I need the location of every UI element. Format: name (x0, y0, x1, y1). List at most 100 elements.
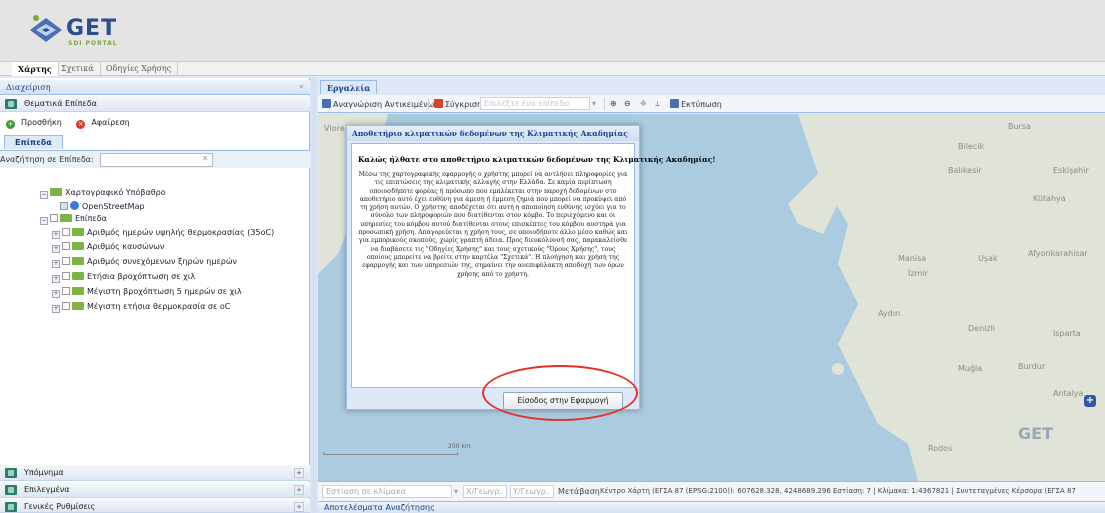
map-label: Bursa (1008, 122, 1031, 131)
identify-button[interactable]: Αναγνώριση Αντικειμένων (322, 99, 439, 109)
osm-label: OpenStreetMap (82, 202, 145, 211)
layers-folder-checkbox[interactable] (50, 214, 58, 222)
map-label: Antalya (1053, 389, 1084, 398)
add-button[interactable]: + Προσθήκη (6, 118, 68, 129)
expand-settings-icon[interactable]: + (294, 502, 304, 512)
selected-label: Επιλεγμένα (24, 485, 70, 494)
tab-map[interactable]: Χάρτης (12, 62, 59, 76)
panel-splitter[interactable] (311, 78, 317, 513)
folder-icon (72, 272, 84, 280)
map-label: Kütahya (1033, 194, 1066, 203)
tree-layer[interactable]: + Μέγιστη βροχόπτωση 5 ημερών σε χιλ (52, 287, 242, 298)
map-label: Aydın (878, 309, 901, 318)
y-coord-input[interactable]: Y/Γεωγρ. (510, 485, 554, 498)
folder-icon (72, 228, 84, 236)
expand-selected-icon[interactable]: + (294, 485, 304, 495)
expand-icon[interactable]: + (52, 305, 60, 313)
map-label: Uşak (978, 254, 998, 263)
layer-checkbox[interactable] (62, 228, 70, 236)
zoom-out-icon[interactable]: ⊖ (624, 99, 631, 108)
toolbar-separator (428, 98, 429, 110)
selected-header[interactable]: Επιλεγμένα + (0, 482, 310, 498)
map-watermark: GET (1018, 424, 1053, 443)
folder-icon (72, 287, 84, 295)
print-icon (670, 99, 679, 108)
osm-checkbox[interactable] (60, 202, 68, 210)
expand-legend-icon[interactable]: + (294, 468, 304, 478)
tree-layer[interactable]: + Ετήσια βροχόπτωση σε χιλ (52, 272, 195, 283)
get-logo[interactable]: GET SDI PORTAL (28, 8, 148, 54)
layer-checkbox[interactable] (62, 287, 70, 295)
dialog-disclaimer-text: Μέσω της χαρτογραφικής εφαρμογής ο χρήστ… (358, 171, 628, 278)
osm-icon (70, 201, 79, 210)
toolbar-separator (604, 98, 605, 110)
expand-icon[interactable]: + (52, 290, 60, 298)
layer-checkbox[interactable] (62, 242, 70, 250)
tab-layers[interactable]: Επίπεδα (4, 135, 63, 149)
zoom-scale-placeholder: Εστίαση σε κλίμακα (326, 487, 407, 496)
go-button[interactable]: Μετάβαση (558, 487, 600, 496)
zoom-in-icon[interactable]: ⊕ (610, 99, 617, 108)
tree-layers-folder[interactable]: − Επίπεδα (40, 214, 107, 225)
print-label: Εκτύπωση (681, 100, 722, 109)
tab-about[interactable]: Σχετικά (55, 62, 101, 76)
expand-icon[interactable]: + (52, 260, 60, 268)
base-folder-label: Χαρτογραφικό Υπόβαθρο (65, 188, 166, 197)
layer-checkbox[interactable] (62, 272, 70, 280)
x-coord-placeholder: X/Γεωγρ. (466, 487, 503, 496)
general-settings-header[interactable]: Γενικές Ρυθμίσεις + (0, 499, 310, 513)
collapse-icon[interactable]: − (40, 191, 48, 199)
measure-icon[interactable]: ⟂ (655, 99, 660, 109)
app-header: GET SDI PORTAL (0, 0, 1105, 62)
layer-label: Ετήσια βροχόπτωση σε χιλ (87, 272, 196, 281)
general-settings-label: Γενικές Ρυθμίσεις (24, 502, 96, 511)
tab-tools[interactable]: Εργαλεία (320, 80, 378, 94)
search-results-header[interactable]: Αποτελέσματα Αναζήτησης (318, 501, 1105, 513)
thematic-layers-label: Θεματικά Επίπεδα (24, 99, 97, 108)
remove-label: Αφαίρεση (91, 118, 130, 127)
tree-base-folder[interactable]: − Χαρτογραφικό Υπόβαθρο (40, 188, 166, 199)
layer-search-row: Αναζήτηση σε Επίπεδα: ✕ (0, 150, 310, 168)
collapse-left-button[interactable]: « (299, 82, 304, 91)
top-tabs: Χάρτης Σχετικά Οδηγίες Χρήσης (0, 62, 1105, 76)
collapse-icon[interactable]: − (40, 217, 48, 225)
clear-search-icon[interactable]: ✕ (202, 154, 209, 163)
map-label: Burdur (1018, 362, 1046, 371)
layer-label: Αριθμός ημερών υψηλής θερμοκρασίας (35oC… (87, 228, 275, 237)
expand-icon[interactable]: + (52, 231, 60, 239)
zoom-in-map-button[interactable]: + (1084, 395, 1096, 407)
layer-search-input[interactable] (100, 153, 213, 167)
map-label: Bilecik (958, 142, 985, 151)
tree-layer[interactable]: + Αριθμός ημερών υψηλής θερμοκρασίας (35o… (52, 228, 274, 239)
remove-icon: × (76, 120, 86, 129)
print-button[interactable]: Εκτύπωση (670, 99, 722, 109)
layer-checkbox[interactable] (62, 257, 70, 265)
layer-select[interactable]: Επιλέξτε ένα επίπεδο (480, 97, 590, 110)
tree-layer[interactable]: + Μέγιστη ετήσια θερμοκρασία σε oC (52, 302, 230, 313)
expand-icon[interactable]: + (52, 245, 60, 253)
remove-button[interactable]: × Αφαίρεση (76, 118, 135, 129)
layers-folder-label: Επίπεδα (75, 214, 107, 223)
zoom-scale-dropdown-icon[interactable]: ▾ (454, 487, 458, 496)
tab-instructions[interactable]: Οδηγίες Χρήσης (100, 62, 179, 76)
tree-layer[interactable]: + Αριθμός συνεχόμενων ξηρών ημερών (52, 257, 237, 268)
dialog-body: Καλώς ήλθατε στο αποθετήριο κλιματικών δ… (351, 143, 716, 388)
x-coord-input[interactable]: X/Γεωγρ. (463, 485, 507, 498)
layer-select-dropdown-icon[interactable]: ▾ (592, 99, 596, 108)
pan-icon[interactable]: ✥ (640, 99, 647, 108)
map-label: Balıkesir (948, 166, 982, 175)
tree-osm[interactable]: OpenStreetMap (60, 201, 145, 211)
compare-label: Σύγκριση (445, 100, 483, 109)
dialog-heading: Καλώς ήλθατε στο αποθετήριο κλιματικών δ… (358, 155, 716, 164)
layer-search-label: Αναζήτηση σε Επίπεδα: (0, 155, 94, 164)
map-label: Isparta (1053, 329, 1081, 338)
layer-checkbox[interactable] (62, 302, 70, 310)
legend-header[interactable]: Υπόμνημα + (0, 465, 310, 481)
thematic-layers-header[interactable]: Θεματικά Επίπεδα (0, 96, 310, 112)
compare-button[interactable]: Σύγκριση (434, 99, 482, 109)
tree-layer[interactable]: + Αριθμός καυσώνων (52, 242, 164, 253)
map-label: Eskişehir (1053, 166, 1089, 175)
expand-icon[interactable]: + (52, 275, 60, 283)
y-coord-placeholder: Y/Γεωγρ. (513, 487, 549, 496)
zoom-scale-input[interactable]: Εστίαση σε κλίμακα (322, 485, 452, 498)
